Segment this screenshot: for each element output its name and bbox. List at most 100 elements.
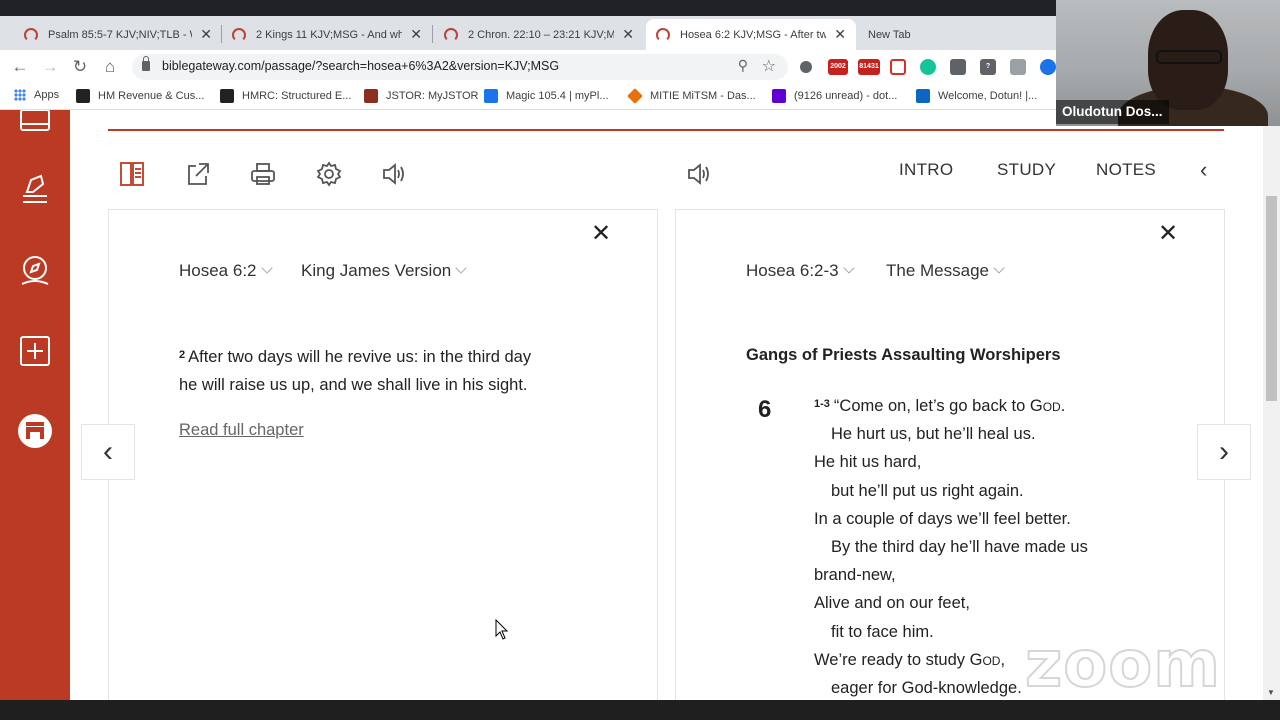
bookmark-mitie[interactable]: MITIE MiTSM - Das... <box>627 88 756 104</box>
version-selector[interactable]: The Message <box>886 261 1005 281</box>
bookmark-hmrc[interactable]: HM Revenue & Cus... <box>76 89 204 103</box>
collapse-chevron-left-icon[interactable]: ‹ <box>1200 157 1207 183</box>
bookmark-extension-icon[interactable] <box>950 59 966 75</box>
participant-glasses <box>1156 50 1222 64</box>
bookmark-star-icon[interactable]: ☆ <box>762 56 776 76</box>
close-tab-icon[interactable]: ✕ <box>410 26 422 43</box>
help-extension-icon[interactable]: ? <box>980 59 996 75</box>
zoom-magnifier-icon[interactable]: ⚲ <box>738 57 748 74</box>
url-text[interactable]: biblegateway.com/passage/?search=hosea+6… <box>162 59 559 73</box>
chapter-number: 6 <box>758 396 772 423</box>
verse-line: After two days will he revive us: in the… <box>188 348 532 366</box>
bookmark-label: Magic 105.4 | myPl... <box>506 90 609 102</box>
browser-tab-active[interactable]: Hosea 6:2 KJV;MSG - After two ✕ <box>646 19 856 50</box>
reading-plan-icon[interactable] <box>17 110 53 144</box>
line-text: “Come on, let’s go back to G <box>833 397 1043 415</box>
close-tab-icon[interactable]: ✕ <box>622 26 634 43</box>
previous-passage-button[interactable]: ‹ <box>81 424 135 480</box>
read-full-chapter-link[interactable]: Read full chapter <box>179 421 304 440</box>
scroll-down-arrow-icon[interactable]: ▼ <box>1267 688 1275 697</box>
poem-line: but he’ll put us right again. <box>831 481 1024 500</box>
extension-circle-icon[interactable] <box>800 61 812 73</box>
lock-icon <box>142 56 150 71</box>
mitie-icon <box>627 88 643 104</box>
pocket-extension-icon[interactable] <box>890 59 906 75</box>
extension-badge-icon[interactable]: 2002 <box>828 59 848 75</box>
passage-reference: Hosea 6:2 <box>179 261 257 280</box>
back-icon[interactable]: ← <box>10 57 30 77</box>
chevron-down-icon <box>260 262 273 274</box>
bookmark-apps[interactable]: Apps <box>14 89 59 101</box>
browser-tab[interactable]: 2 Kings 11 KJV;MSG - And whe ✕ <box>222 19 432 50</box>
bookmark-linkedin[interactable]: Welcome, Dotun! |... <box>916 89 1037 103</box>
next-passage-button[interactable]: › <box>1197 424 1251 480</box>
close-panel-icon[interactable]: ✕ <box>1158 222 1178 246</box>
bookmark-jstor[interactable]: JSTOR: MyJSTOR <box>364 89 479 103</box>
share-icon[interactable] <box>184 160 212 188</box>
tab-notes[interactable]: NOTES <box>1096 160 1156 180</box>
reload-icon[interactable]: ↻ <box>70 57 90 77</box>
close-tab-icon[interactable]: ✕ <box>200 26 212 43</box>
browser-tab[interactable]: New Tab <box>858 19 1058 50</box>
study-tools-icon[interactable] <box>17 172 53 208</box>
tab-separator <box>432 25 433 43</box>
audio-speaker-icon[interactable] <box>380 160 408 188</box>
apps-grid-icon <box>14 89 26 101</box>
close-panel-icon[interactable]: ✕ <box>591 222 611 246</box>
add-plus-icon[interactable] <box>17 333 53 369</box>
biblegateway-favicon-icon <box>656 27 670 42</box>
biblegateway-favicon-icon <box>444 27 458 42</box>
linkedin-icon <box>916 89 930 103</box>
bookmark-label: HMRC: Structured E... <box>242 90 352 102</box>
video-participant-tile[interactable]: Oludotun Dos... <box>1056 0 1280 126</box>
version-selector[interactable]: King James Version <box>301 261 467 281</box>
store-icon[interactable] <box>17 413 53 449</box>
tab-study[interactable]: STUDY <box>997 160 1056 180</box>
settings-gear-icon[interactable] <box>315 160 343 188</box>
version-name: King James Version <box>301 261 452 280</box>
poem-line: 1-3 “Come on, let’s go back to God. <box>814 392 1174 420</box>
poem-line: Alive and on our feet, <box>814 594 970 613</box>
section-heading: Gangs of Priests Assaulting Worshipers <box>746 346 1061 364</box>
tab-title: 2 Kings 11 KJV;MSG - And whe <box>256 28 403 41</box>
zoom-watermark: zoom <box>1024 627 1221 703</box>
gmail-extension-icon[interactable]: 81431 <box>858 59 880 75</box>
bookmark-label: (9126 unread) - dot... <box>794 90 898 102</box>
line-text: . <box>1060 397 1066 415</box>
grid-extension-icon[interactable] <box>1010 59 1026 75</box>
page-scrollbar[interactable]: ▼ <box>1263 110 1280 700</box>
verse-number: 2 <box>179 349 186 361</box>
bottom-edge <box>0 700 1280 720</box>
explore-compass-icon[interactable] <box>17 252 53 288</box>
verse-line: he will raise us up, and we shall live i… <box>179 376 528 394</box>
drop-extension-icon[interactable] <box>1040 59 1056 75</box>
browser-tab[interactable]: 2 Chron. 22:10 – 23:21 KJV;MS ✕ <box>434 19 644 50</box>
passage-selector[interactable]: Hosea 6:2 <box>179 261 273 281</box>
bookmark-label: HM Revenue & Cus... <box>98 90 205 102</box>
tab-title: 2 Chron. 22:10 – 23:21 KJV;MS <box>468 28 615 41</box>
home-icon[interactable]: ⌂ <box>100 57 120 77</box>
biblegateway-favicon-icon <box>24 27 38 42</box>
forward-icon[interactable]: → <box>40 57 60 77</box>
close-tab-icon[interactable]: ✕ <box>834 26 846 43</box>
screen: Psalm 85:5-7 KJV;NIV;TLB - Wi ✕ 2 Kings … <box>0 0 1280 720</box>
audio-speaker-icon[interactable] <box>685 160 713 188</box>
scrollbar-thumb[interactable] <box>1266 196 1277 401</box>
browser-tab[interactable]: Psalm 85:5-7 KJV;NIV;TLB - Wi ✕ <box>14 19 222 50</box>
bookmark-hmrc-structured[interactable]: HMRC: Structured E... <box>220 89 351 103</box>
address-bar[interactable]: biblegateway.com/passage/?search=hosea+6… <box>132 54 788 80</box>
tab-intro[interactable]: INTRO <box>899 160 953 180</box>
print-icon[interactable] <box>249 160 277 188</box>
parallel-view-icon[interactable] <box>118 160 146 188</box>
extension-badge-text: 81431 <box>859 63 879 70</box>
poem-line: He hit us hard, <box>814 453 922 472</box>
grammarly-extension-icon[interactable] <box>920 59 936 75</box>
line-text: od <box>1042 397 1061 415</box>
bookmark-yahoo[interactable]: (9126 unread) - dot... <box>772 89 897 103</box>
bible-gateway-page: INTRO STUDY NOTES ‹ ✕ Hosea 6:2 King Jam… <box>0 110 1280 700</box>
chevron-down-icon <box>993 262 1005 274</box>
passage-selector[interactable]: Hosea 6:2-3 <box>746 261 855 281</box>
bookmark-label: MITIE MiTSM - Das... <box>650 90 756 102</box>
bookmark-magic[interactable]: Magic 105.4 | myPl... <box>484 89 609 103</box>
verse-text: 2 After two days will he revive us: in th… <box>179 343 599 399</box>
